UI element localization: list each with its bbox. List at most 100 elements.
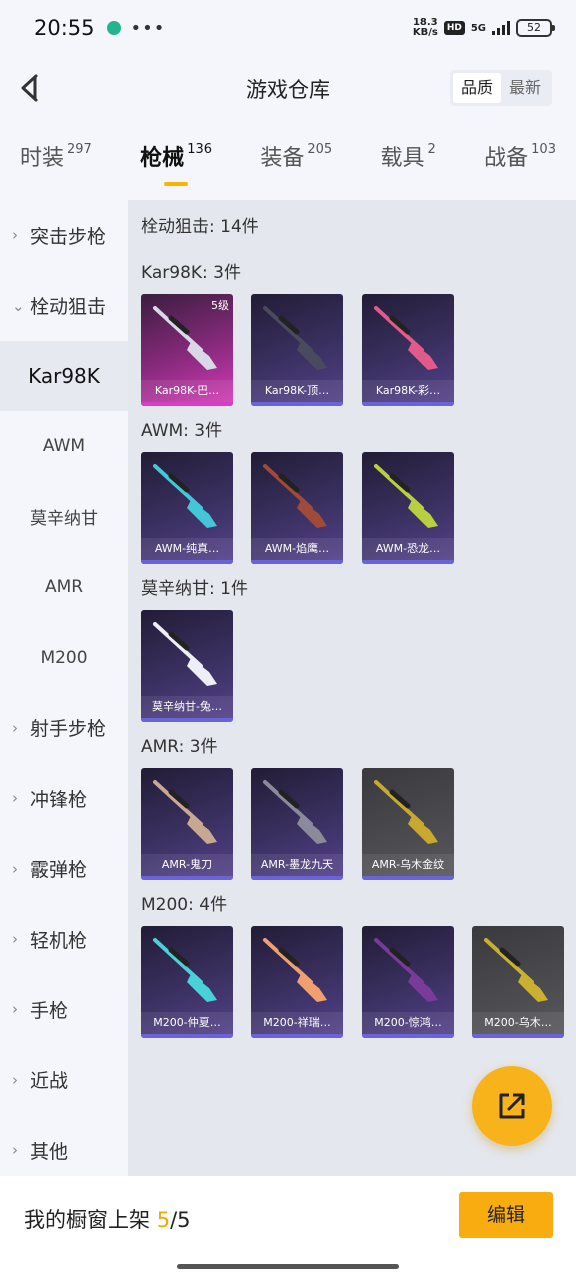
weapon-skin-name: 莫辛纳甘-兔…	[141, 696, 233, 718]
sidebar-item[interactable]: › 其他	[0, 1115, 128, 1185]
network-type: 5G	[470, 22, 486, 34]
weapon-skin-name: M200-惊鸿…	[362, 1012, 454, 1034]
rarity-stripe	[141, 718, 233, 722]
sidebar-item[interactable]: Kar98K	[0, 340, 128, 412]
weapon-skin-card[interactable]: Kar98K-彩…	[362, 294, 454, 406]
rifle-icon	[263, 780, 327, 844]
rifle-icon	[374, 464, 438, 528]
share-button[interactable]	[472, 1066, 552, 1146]
app-header: 游戏仓库 品质 最新	[0, 56, 576, 120]
rarity-stripe	[362, 402, 454, 406]
weapon-skin-card[interactable]: AWM-纯真…	[141, 452, 233, 564]
sidebar-item-label: 突击步枪	[30, 225, 107, 248]
weapon-group-title: AWM: 3件	[141, 421, 223, 441]
weapon-skin-name: Kar98K-巴…	[141, 380, 233, 402]
weapon-skin-card[interactable]: 莫辛纳甘-兔…	[141, 610, 233, 722]
chevron-right-icon: ›	[12, 859, 18, 878]
sort-toggle[interactable]: 品质 最新	[449, 70, 552, 106]
tab-supplies[interactable]: 战备 103	[484, 140, 556, 196]
weapon-skin-name: M200-乌木…	[472, 1012, 564, 1034]
tab-outfits[interactable]: 时装 297	[20, 140, 92, 196]
sort-option-newest[interactable]: 最新	[501, 73, 549, 103]
showcase-label: 我的橱窗上架	[24, 1208, 150, 1232]
battery-icon: 52	[516, 19, 555, 37]
weapon-group-title: 莫辛纳甘: 1件	[141, 579, 248, 599]
rarity-stripe	[141, 402, 233, 406]
sidebar-item[interactable]: › 冲锋枪	[0, 763, 128, 833]
weapon-skin-name: AWM-焰鹰…	[251, 538, 343, 560]
sidebar-item[interactable]: › 突击步枪	[0, 200, 128, 270]
weapon-skin-card[interactable]: AMR-鬼刀	[141, 768, 233, 880]
tab-equipment[interactable]: 装备 205	[260, 140, 332, 196]
chevron-right-icon: ›	[12, 1141, 18, 1160]
weapon-skin-name: M200-祥瑞…	[251, 1012, 343, 1034]
weapon-skin-card[interactable]: AMR-墨龙九天	[251, 768, 343, 880]
tab-label: 枪械	[140, 146, 185, 171]
rarity-stripe	[251, 876, 343, 880]
weapon-skin-name: AMR-鬼刀	[141, 854, 233, 876]
tab-count: 136	[187, 142, 213, 157]
sidebar-item[interactable]: AWM	[0, 411, 128, 481]
tab-count: 2	[427, 142, 436, 157]
sidebar-item-label: M200	[40, 647, 88, 668]
sidebar-item[interactable]: ⌄ 栓动狙击	[0, 270, 128, 340]
weapon-group-title: M200: 4件	[141, 895, 228, 915]
sidebar-item[interactable]: › 轻机枪	[0, 904, 128, 974]
sidebar-item[interactable]: AMR	[0, 552, 128, 622]
tab-vehicles[interactable]: 载具 2	[381, 140, 436, 196]
weapon-skin-card[interactable]: M200-祥瑞…	[251, 926, 343, 1038]
chevron-right-icon: ›	[12, 789, 18, 808]
weapon-skin-card[interactable]: 5级 Kar98K-巴…	[141, 294, 233, 406]
rarity-stripe	[141, 876, 233, 880]
skin-level-badge: 5级	[211, 299, 229, 312]
weapon-skin-card[interactable]: AWM-焰鹰…	[251, 452, 343, 564]
rarity-stripe	[251, 1034, 343, 1038]
weapon-skin-name: Kar98K-顶…	[251, 380, 343, 402]
sidebar-item-label: 霰弹枪	[30, 859, 88, 882]
rarity-stripe	[362, 1034, 454, 1038]
sidebar-item[interactable]: › 射手步枪	[0, 693, 128, 763]
sidebar-item-label: 手枪	[30, 999, 69, 1022]
sidebar-item[interactable]: › 霰弹枪	[0, 834, 128, 904]
rifle-icon	[374, 780, 438, 844]
sidebar-item-label: 其他	[30, 1140, 69, 1163]
app-notification-icon	[106, 21, 121, 35]
tab-count: 205	[307, 142, 333, 157]
sidebar-item-label: 冲锋枪	[30, 788, 88, 811]
tab-count: 297	[67, 142, 92, 157]
weapon-category-sidebar: › 突击步枪 ⌄ 栓动狙击 Kar98K AWM 莫辛纳甘 AMR M200 › 射手步枪 › 冲锋枪 ›…	[0, 200, 128, 1176]
tab-guns[interactable]: 枪械 136	[140, 140, 212, 196]
weapon-skin-card[interactable]: AMR-乌木金纹	[362, 768, 454, 880]
chevron-right-icon: ›	[12, 930, 18, 949]
sidebar-item-label: 近战	[30, 1070, 69, 1093]
section-heading: 栓动狙击: 14件	[141, 217, 259, 237]
weapon-skin-name: AWM-纯真…	[141, 538, 233, 560]
rifle-icon	[374, 306, 438, 370]
weapon-skin-card[interactable]: AWM-恐龙…	[362, 452, 454, 564]
sidebar-item-label: 轻机枪	[30, 929, 88, 952]
sidebar-item[interactable]: › 手枪	[0, 974, 128, 1044]
weapon-skin-card[interactable]: M200-仲夏…	[141, 926, 233, 1038]
rarity-stripe	[141, 560, 233, 564]
weapon-skin-card[interactable]: M200-惊鸿…	[362, 926, 454, 1038]
weapon-skin-card[interactable]: Kar98K-顶…	[251, 294, 343, 406]
sidebar-item[interactable]: 莫辛纳甘	[0, 482, 128, 552]
rarity-stripe	[141, 1034, 233, 1038]
chevron-right-icon: ›	[12, 1000, 18, 1019]
active-tab-indicator	[164, 182, 189, 186]
edit-button[interactable]: 编辑	[459, 1192, 553, 1238]
weapon-skin-name: AMR-墨龙九天	[251, 854, 343, 876]
sidebar-item-label: AMR	[44, 577, 84, 598]
sidebar-item[interactable]: › 近战	[0, 1045, 128, 1115]
tab-label: 装备	[260, 146, 305, 171]
weapon-group-title: AMR: 3件	[141, 737, 218, 757]
weapon-skin-card[interactable]: M200-乌木…	[472, 926, 564, 1038]
sort-option-quality[interactable]: 品质	[452, 73, 501, 103]
sidebar-item[interactable]: M200	[0, 622, 128, 692]
rifle-icon	[484, 938, 548, 1002]
weapon-skin-name: Kar98K-彩…	[362, 380, 454, 402]
tab-label: 战备	[484, 146, 529, 171]
home-indicator[interactable]	[177, 1264, 399, 1269]
sidebar-item-label: AWM	[42, 436, 86, 457]
status-bar: 20:55 ••• 18.3 KB/s HD 5G 52	[0, 0, 576, 56]
